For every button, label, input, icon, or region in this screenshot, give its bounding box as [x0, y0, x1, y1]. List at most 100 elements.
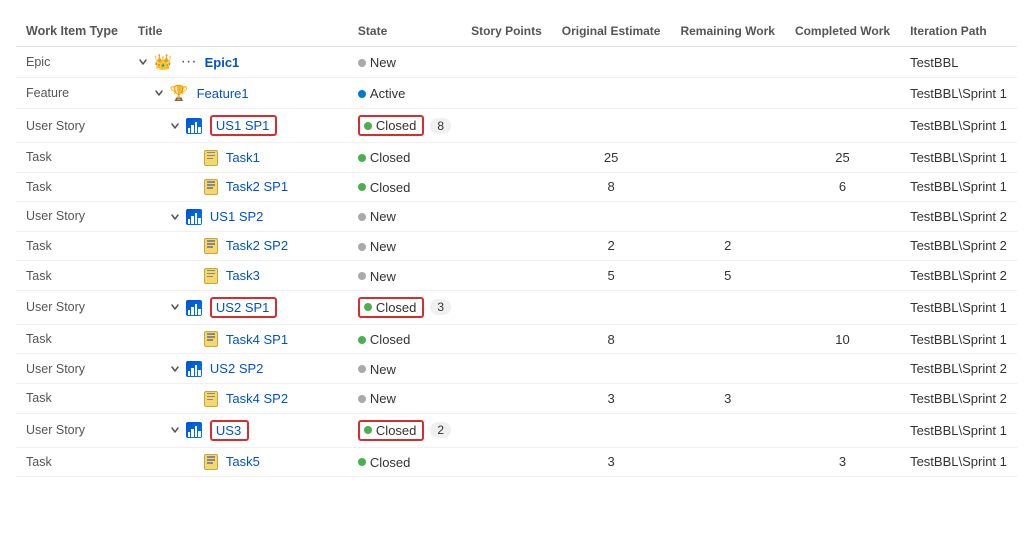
title-link[interactable]: Epic1: [205, 55, 240, 70]
table-row: User StoryUS1 SP1Closed8TestBBL\Sprint 1: [16, 109, 1017, 143]
title-link[interactable]: US2 SP2: [210, 361, 263, 376]
col-header-type: Work Item Type: [16, 16, 128, 47]
cell-story-points: [461, 143, 552, 173]
work-items-table: Work Item Type Title State Story Points …: [16, 16, 1017, 477]
cell-title[interactable]: 🏆Feature1: [128, 78, 348, 109]
cell-title[interactable]: Task4 SP1: [128, 324, 348, 354]
expand-chevron-icon[interactable]: [170, 424, 180, 436]
cell-title[interactable]: US1 SP1: [128, 109, 348, 143]
cell-story-points: [461, 261, 552, 291]
state-dot-icon: [358, 365, 366, 373]
cell-title[interactable]: US1 SP2: [128, 202, 348, 232]
work-items-table-container: Work Item Type Title State Story Points …: [0, 0, 1024, 493]
cell-remaining-work: [670, 172, 784, 202]
table-row: Feature🏆Feature1ActiveTestBBL\Sprint 1: [16, 78, 1017, 109]
work-item-icon: [204, 179, 218, 196]
table-row: Epic👑···Epic1NewTestBBL: [16, 47, 1017, 78]
state-dot-icon: [364, 426, 372, 434]
title-link[interactable]: Task2 SP2: [226, 238, 288, 253]
cell-title[interactable]: US3: [128, 413, 348, 447]
cell-title[interactable]: Task4 SP2: [128, 383, 348, 413]
cell-remaining-work: 5: [670, 261, 784, 291]
table-row: TaskTask1Closed2525TestBBL\Sprint 1: [16, 143, 1017, 173]
cell-state: New: [348, 383, 461, 413]
cell-completed-work: [785, 413, 900, 447]
cell-iteration-path: TestBBL\Sprint 1: [900, 143, 1017, 173]
cell-remaining-work: [670, 413, 784, 447]
cell-iteration-path: TestBBL\Sprint 1: [900, 109, 1017, 143]
expand-chevron-icon[interactable]: [170, 301, 180, 313]
highlighted-state-badge: Closed: [358, 115, 424, 136]
highlighted-title-state: US2 SP1: [210, 297, 277, 318]
expand-chevron-icon[interactable]: [138, 56, 148, 68]
title-link[interactable]: Task4 SP1: [226, 332, 288, 347]
expand-chevron-icon[interactable]: [170, 120, 180, 132]
title-link[interactable]: Feature1: [197, 86, 249, 101]
cell-title[interactable]: Task5: [128, 447, 348, 477]
work-item-icon: [204, 267, 218, 284]
state-label: New: [370, 269, 396, 284]
table-row: TaskTask3New55TestBBL\Sprint 2: [16, 261, 1017, 291]
state-label: Closed: [376, 300, 416, 315]
cell-story-points: [461, 172, 552, 202]
cell-completed-work: [785, 383, 900, 413]
title-link[interactable]: Task5: [226, 454, 260, 469]
cell-title[interactable]: Task3: [128, 261, 348, 291]
cell-iteration-path: TestBBL\Sprint 2: [900, 261, 1017, 291]
cell-iteration-path: TestBBL\Sprint 1: [900, 413, 1017, 447]
expand-chevron-icon[interactable]: [170, 210, 180, 222]
cell-story-points: [461, 47, 552, 78]
cell-original-estimate: [552, 47, 671, 78]
cell-completed-work: [785, 231, 900, 261]
cell-original-estimate: [552, 354, 671, 384]
cell-story-points: [461, 231, 552, 261]
cell-completed-work: [785, 202, 900, 232]
cell-title[interactable]: 👑 ··· Epic1: [128, 47, 348, 78]
cell-completed-work: [785, 47, 900, 78]
cell-state: Closed: [348, 172, 461, 202]
work-item-icon: [204, 149, 218, 166]
state-dot-icon: [364, 303, 372, 311]
highlighted-title-state: US3: [210, 420, 249, 441]
work-item-icon: [186, 117, 202, 134]
cell-title[interactable]: US2 SP2: [128, 354, 348, 384]
work-item-icon: [204, 454, 218, 471]
title-link[interactable]: Task1: [226, 150, 260, 165]
cell-state: New: [348, 47, 461, 78]
cell-remaining-work: [670, 109, 784, 143]
story-points-badge: 3: [430, 299, 451, 315]
state-dot-icon: [358, 336, 366, 344]
cell-remaining-work: [670, 143, 784, 173]
cell-iteration-path: TestBBL\Sprint 2: [900, 354, 1017, 384]
cell-iteration-path: TestBBL\Sprint 1: [900, 324, 1017, 354]
state-dot-icon: [358, 213, 366, 221]
work-item-icon: 👑: [154, 53, 173, 71]
col-header-ip: Iteration Path: [900, 16, 1017, 47]
cell-title[interactable]: US2 SP1: [128, 290, 348, 324]
ellipsis-icon[interactable]: ···: [181, 53, 197, 71]
title-link[interactable]: Task4 SP2: [226, 391, 288, 406]
cell-type: Task: [16, 383, 128, 413]
work-item-icon: [186, 208, 202, 225]
cell-state: New: [348, 202, 461, 232]
cell-iteration-path: TestBBL\Sprint 1: [900, 78, 1017, 109]
title-link[interactable]: Task2 SP1: [226, 179, 288, 194]
cell-title[interactable]: Task2 SP2: [128, 231, 348, 261]
story-points-badge: 8: [430, 118, 451, 134]
title-link[interactable]: US1 SP2: [210, 209, 263, 224]
table-row: User StoryUS2 SP1Closed3TestBBL\Sprint 1: [16, 290, 1017, 324]
cell-original-estimate: [552, 78, 671, 109]
state-dot-icon: [358, 59, 366, 67]
state-label: Closed: [370, 332, 410, 347]
cell-type: Task: [16, 172, 128, 202]
expand-chevron-icon[interactable]: [154, 87, 164, 99]
title-link[interactable]: Task3: [226, 268, 260, 283]
title-link[interactable]: US2 SP1: [216, 300, 269, 315]
cell-title[interactable]: Task2 SP1: [128, 172, 348, 202]
expand-chevron-icon[interactable]: [170, 363, 180, 375]
cell-iteration-path: TestBBL\Sprint 2: [900, 383, 1017, 413]
cell-completed-work: 25: [785, 143, 900, 173]
title-link[interactable]: US1 SP1: [216, 118, 269, 133]
cell-title[interactable]: Task1: [128, 143, 348, 173]
title-link[interactable]: US3: [216, 423, 241, 438]
